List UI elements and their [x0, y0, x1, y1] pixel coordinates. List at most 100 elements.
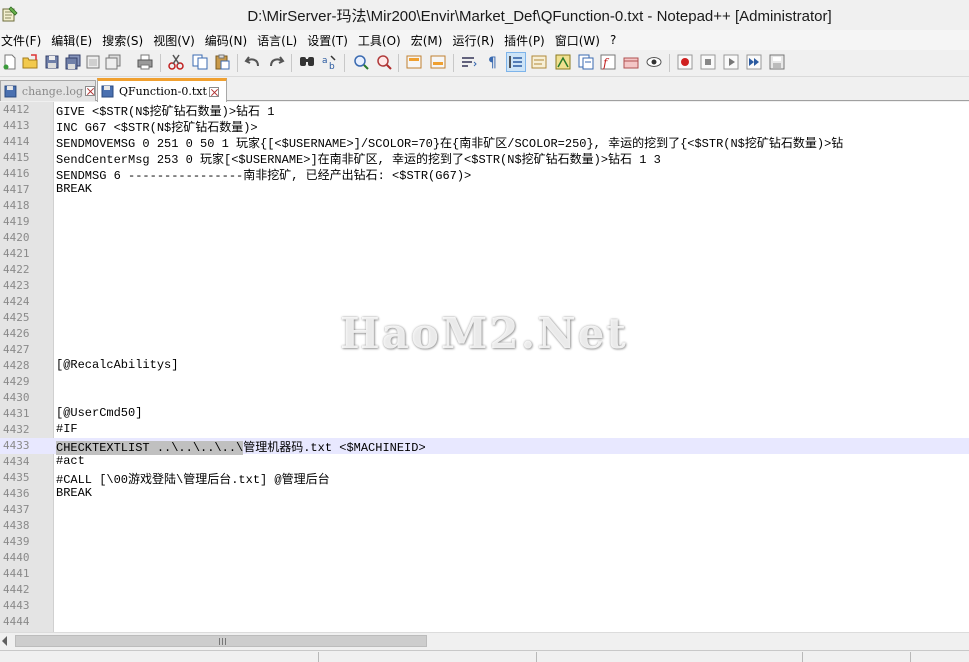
replace-icon[interactable]: ab	[321, 53, 339, 71]
menu-item[interactable]: 视图(V)	[150, 32, 202, 49]
zoom-in-icon[interactable]	[352, 53, 370, 71]
code-line[interactable]: 4429	[0, 374, 969, 390]
title-bar[interactable]: D:\MirServer-玛法\Mir200\Envir\Market_Def\…	[0, 0, 969, 30]
tab-change-log[interactable]: change.log	[0, 80, 96, 101]
menu-item[interactable]: 窗口(W)	[552, 32, 607, 49]
menu-item[interactable]: 搜索(S)	[99, 32, 150, 49]
redo-icon[interactable]	[267, 53, 285, 71]
scrollbar-thumb[interactable]	[15, 635, 427, 647]
code-line[interactable]: 4437	[0, 502, 969, 518]
macro-save-icon[interactable]	[768, 53, 786, 71]
scroll-left-arrow-icon[interactable]	[2, 636, 7, 646]
code-line[interactable]: 4417 BREAK	[0, 182, 969, 198]
code-line[interactable]: 4421	[0, 246, 969, 262]
menu-item[interactable]: 设置(T)	[304, 32, 355, 49]
code-line[interactable]: 4432 #IF	[0, 422, 969, 438]
show-all-characters-icon[interactable]: ¶	[484, 53, 502, 71]
selected-text[interactable]: CHECKTEXTLIST ..\..\..\..\	[56, 441, 244, 455]
code-line[interactable]: 4418	[0, 198, 969, 214]
sync-horizontal-icon[interactable]	[429, 53, 447, 71]
save-all-icon[interactable]	[64, 53, 82, 71]
line-text[interactable]: CHECKTEXTLIST ..\..\..\..\管理机器码.txt <$MA…	[56, 438, 426, 455]
menu-item[interactable]: 编码(N)	[202, 32, 254, 49]
user-defined-language-icon[interactable]	[530, 53, 548, 71]
line-text[interactable]: BREAK	[56, 182, 92, 196]
code-line[interactable]: 4412 GIVE <$STR(N$挖矿钻石数量)>钻石 1	[0, 102, 969, 119]
line-text[interactable]: BREAK	[56, 486, 92, 500]
code-line[interactable]: 4442	[0, 582, 969, 598]
close-all-icon[interactable]	[104, 53, 122, 71]
undo-icon[interactable]	[244, 53, 262, 71]
code-line[interactable]: 4435 #CALL [\00游戏登陆\管理后台.txt] @管理后台	[0, 470, 969, 487]
print-icon[interactable]	[136, 53, 154, 71]
code-line[interactable]: 4426	[0, 326, 969, 342]
word-wrap-icon[interactable]	[460, 53, 478, 71]
menu-item[interactable]: 工具(O)	[355, 32, 408, 49]
horizontal-scrollbar[interactable]	[0, 632, 969, 649]
menu-item[interactable]: 插件(P)	[501, 32, 552, 49]
code-line[interactable]: 4436 BREAK	[0, 486, 969, 502]
macro-run-multiple-icon[interactable]	[745, 53, 763, 71]
paste-icon[interactable]	[213, 53, 231, 71]
code-line[interactable]: 4444	[0, 614, 969, 630]
find-icon[interactable]	[298, 53, 316, 71]
code-line[interactable]: 4414 SENDMOVEMSG 0 251 0 50 1 玩家{[<$USERN…	[0, 134, 969, 151]
current-line[interactable]: 4433 CHECKTEXTLIST ..\..\..\..\管理机器码.txt …	[0, 438, 969, 455]
code-line[interactable]: 4428 [@RecalcAbilitys]	[0, 358, 969, 374]
menu-item[interactable]: 编辑(E)	[48, 32, 99, 49]
code-line[interactable]: 4440	[0, 550, 969, 566]
line-text[interactable]: INC G67 <$STR(N$挖矿钻石数量)>	[56, 118, 258, 135]
open-file-icon[interactable]	[21, 53, 39, 71]
close-tab-icon[interactable]	[85, 86, 95, 96]
editor-area[interactable]: 4412 GIVE <$STR(N$挖矿钻石数量)>钻石 1 4413 INC G67…	[0, 102, 969, 632]
copy-icon[interactable]	[191, 53, 209, 71]
sync-vertical-icon[interactable]	[405, 53, 423, 71]
line-text[interactable]: [@RecalcAbilitys]	[56, 358, 178, 372]
menu-item[interactable]: 语言(L)	[254, 32, 304, 49]
new-file-icon[interactable]	[1, 53, 19, 71]
line-text[interactable]: [@UserCmd50]	[56, 406, 142, 420]
tab-qfunction-0[interactable]: QFunction-0.txt	[97, 78, 227, 102]
code-line[interactable]: 4422	[0, 262, 969, 278]
line-text[interactable]: #IF	[56, 422, 78, 436]
menu-item[interactable]: 运行(R)	[449, 32, 501, 49]
code-line[interactable]: 4430	[0, 390, 969, 406]
code-line[interactable]: 4420	[0, 230, 969, 246]
menu-item[interactable]: 文件(F)	[0, 32, 48, 49]
close-file-icon[interactable]	[84, 53, 102, 71]
indent-guide-icon[interactable]	[506, 52, 526, 72]
line-text[interactable]: #CALL [\00游戏登陆\管理后台.txt] @管理后台	[56, 470, 330, 487]
close-tab-icon[interactable]	[208, 86, 219, 97]
monitoring-icon[interactable]	[645, 53, 663, 71]
code-line[interactable]: 4438	[0, 518, 969, 534]
code-line[interactable]: 4427	[0, 342, 969, 358]
folder-as-workspace-icon[interactable]	[622, 53, 640, 71]
menu-item[interactable]: 宏(M)	[408, 32, 450, 49]
code-line[interactable]: 4415 SendCenterMsg 253 0 玩家[<$USERNAME>]在…	[0, 150, 969, 167]
macro-stop-icon[interactable]	[699, 53, 717, 71]
line-text[interactable]: GIVE <$STR(N$挖矿钻石数量)>钻石 1	[56, 102, 274, 119]
code-line[interactable]: 4413 INC G67 <$STR(N$挖矿钻石数量)>	[0, 118, 969, 135]
code-line[interactable]: 4424	[0, 294, 969, 310]
code-line[interactable]: 4425	[0, 310, 969, 326]
line-text[interactable]: SENDMSG 6 ----------------南非挖矿, 已经产出钻石: …	[56, 166, 471, 183]
function-list-icon[interactable]: f	[599, 53, 617, 71]
code-line[interactable]: 4439	[0, 534, 969, 550]
unselected-text[interactable]: 管理机器码.txt <$MACHINEID>	[243, 441, 425, 455]
code-line[interactable]: 4434 #act	[0, 454, 969, 470]
line-text[interactable]: SENDMOVEMSG 0 251 0 50 1 玩家{[<$USERNAME>…	[56, 134, 843, 151]
menu-item[interactable]: ?	[607, 33, 623, 47]
code-line[interactable]: 4431 [@UserCmd50]	[0, 406, 969, 422]
code-line[interactable]: 4423	[0, 278, 969, 294]
document-map-icon[interactable]	[554, 53, 572, 71]
code-line[interactable]: 4441	[0, 566, 969, 582]
cut-icon[interactable]	[167, 53, 185, 71]
code-line[interactable]: 4419	[0, 214, 969, 230]
code-line[interactable]: 4416 SENDMSG 6 ----------------南非挖矿, 已经产出…	[0, 166, 969, 183]
macro-play-icon[interactable]	[722, 53, 740, 71]
zoom-out-icon[interactable]	[375, 53, 393, 71]
macro-record-icon[interactable]	[676, 53, 694, 71]
save-icon[interactable]	[43, 53, 61, 71]
document-list-icon[interactable]	[577, 53, 595, 71]
code-line[interactable]: 4443	[0, 598, 969, 614]
